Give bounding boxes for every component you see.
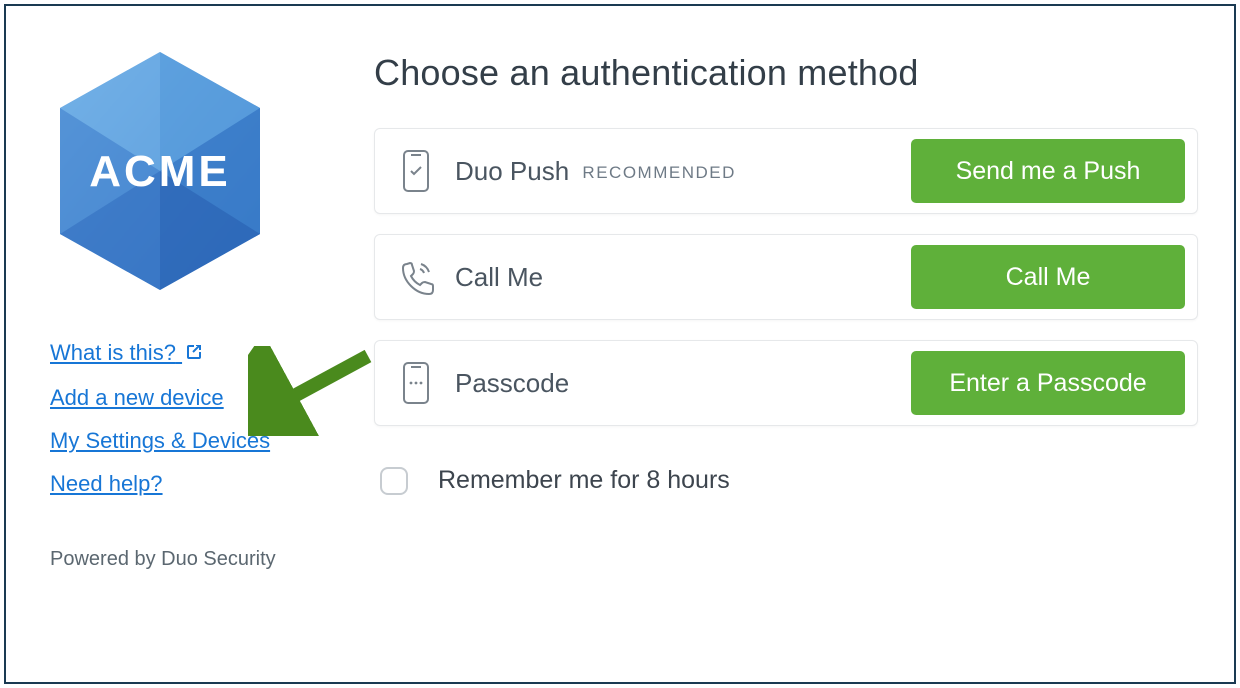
sidebar-links: What is this? Add a new device My Settin… <box>50 336 330 500</box>
page-title: Choose an authentication method <box>374 52 1198 94</box>
remember-label: Remember me for 8 hours <box>438 466 730 495</box>
what-is-this-link[interactable]: What is this? <box>50 336 204 371</box>
remember-checkbox[interactable] <box>380 467 408 495</box>
need-help-link[interactable]: Need help? <box>50 467 163 500</box>
add-new-device-link[interactable]: Add a new device <box>50 381 224 414</box>
method-row-call: Call Me Call Me <box>374 234 1198 320</box>
phone-ring-icon <box>397 258 435 296</box>
phone-check-icon <box>397 149 435 193</box>
brand-text: ACME <box>89 147 231 196</box>
external-link-icon <box>184 338 204 371</box>
method-row-push: Duo Push RECOMMENDED Send me a Push <box>374 128 1198 214</box>
method-label-text: Duo Push <box>455 156 569 186</box>
method-label: Duo Push RECOMMENDED <box>455 156 911 187</box>
remember-row: Remember me for 8 hours <box>374 466 1198 495</box>
recommended-badge: RECOMMENDED <box>582 163 735 182</box>
link-label: What is this? <box>50 340 176 365</box>
settings-devices-link[interactable]: My Settings & Devices <box>50 424 270 457</box>
method-label: Passcode <box>455 368 911 399</box>
method-label: Call Me <box>455 262 911 293</box>
main-panel: Choose an authentication method Duo Push… <box>330 46 1198 652</box>
enter-passcode-button[interactable]: Enter a Passcode <box>911 351 1185 415</box>
brand-logo: ACME <box>50 46 270 296</box>
call-me-button[interactable]: Call Me <box>911 245 1185 309</box>
powered-by-text: Powered by Duo Security <box>50 548 330 571</box>
sidebar: ACME What is this? Add a new device My S… <box>50 46 330 652</box>
auth-frame: ACME What is this? Add a new device My S… <box>4 4 1236 684</box>
phone-code-icon <box>397 361 435 405</box>
send-push-button[interactable]: Send me a Push <box>911 139 1185 203</box>
method-row-passcode: Passcode Enter a Passcode <box>374 340 1198 426</box>
